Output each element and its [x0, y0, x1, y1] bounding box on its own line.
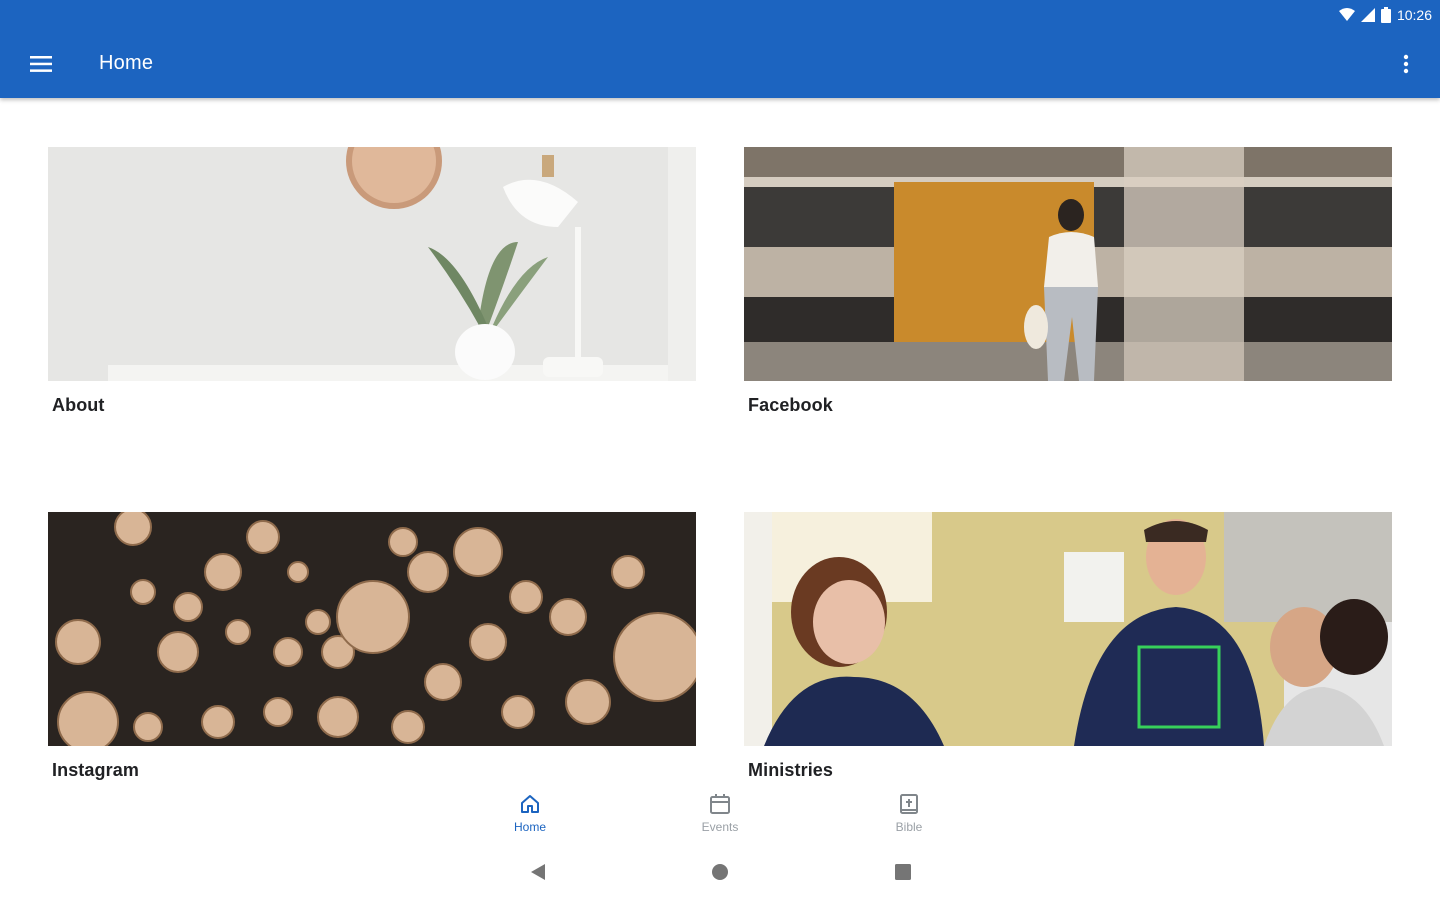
more-vert-icon [1403, 54, 1409, 74]
status-time: 10:26 [1396, 7, 1432, 23]
bible-icon [900, 794, 918, 814]
nav-item-home[interactable]: Home [490, 792, 570, 842]
nav-label-bible: Bible [895, 820, 923, 834]
page-title: Home [99, 52, 154, 74]
recents-button[interactable] [891, 860, 915, 884]
train-station-woman-photo [744, 147, 1392, 381]
home-icon [521, 795, 539, 813]
nav-item-events[interactable]: Events [680, 792, 760, 842]
card-grid: About Facebook Instagram Ministries [0, 98, 1440, 782]
card-label: Ministries [748, 760, 834, 780]
signal-icon [1360, 8, 1375, 22]
card-label: Facebook [748, 395, 833, 415]
card-instagram[interactable]: Instagram [48, 512, 696, 781]
home-circle-icon [712, 864, 728, 880]
status-bar: 10:26 [1338, 4, 1432, 26]
desk-lamp-plant-photo [48, 147, 696, 381]
card-facebook[interactable]: Facebook [744, 147, 1392, 416]
card-about[interactable]: About [48, 147, 696, 416]
recents-icon [895, 864, 911, 880]
bottom-navigation: Home Events Bible [0, 782, 1440, 842]
nav-item-bible[interactable]: Bible [869, 792, 949, 842]
calendar-icon [710, 794, 730, 814]
battery-icon [1380, 7, 1391, 23]
menu-button[interactable] [24, 50, 58, 78]
nav-label-events: Events [701, 820, 739, 834]
card-label: About [52, 395, 105, 415]
back-button[interactable] [526, 860, 550, 884]
volunteers-smiling-photo [744, 512, 1392, 746]
hamburger-menu-icon [30, 56, 52, 72]
back-icon [531, 864, 545, 880]
system-navigation-bar [0, 842, 1440, 900]
card-ministries[interactable]: Ministries [744, 512, 1392, 781]
card-label: Instagram [52, 760, 139, 780]
overflow-menu-button[interactable] [1392, 50, 1420, 78]
toolbar: Home [0, 30, 1440, 98]
nav-label-home: Home [513, 820, 546, 834]
home-button[interactable] [708, 860, 732, 884]
cut-logs-photo [48, 512, 696, 746]
wifi-icon [1338, 8, 1355, 21]
app-bar: 10:26 Home [0, 0, 1440, 98]
